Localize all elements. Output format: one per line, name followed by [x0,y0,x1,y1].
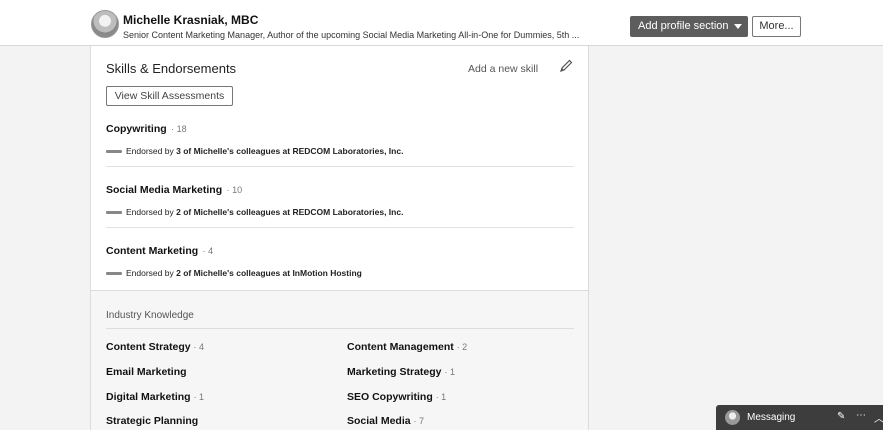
profile-top-bar: Michelle Krasniak, MBC Senior Content Ma… [0,0,883,46]
skills-endorsements-card: Skills & Endorsements Add a new skill Vi… [90,46,589,430]
industry-knowledge-section: Industry Knowledge Content Strategy · 4 … [91,290,588,430]
skill-item: Copywriting · 18 Endorsed by 3 of Michel… [106,119,574,156]
industry-skill-name: Digital Marketing [106,391,191,403]
industry-skill-count: · 1 [193,392,205,402]
divider [106,166,574,167]
industry-skill[interactable]: SEO Copywriting · 1 [347,391,446,403]
industry-skill-count: · 1 [444,367,455,377]
add-profile-section-button[interactable]: Add profile section [630,16,748,37]
endorser-logo-icon [106,210,122,214]
divider [106,227,574,228]
more-button[interactable]: More... [752,16,801,37]
messaging-avatar [725,410,740,425]
endorsement-line: Endorsed by 2 of Michelle's colleagues a… [106,268,574,278]
add-profile-section-label: Add profile section [638,20,729,32]
divider [106,328,574,329]
endorse-detail[interactable]: 2 of Michelle's colleagues at REDCOM Lab… [176,207,403,217]
skill-name[interactable]: Content Marketing [106,245,198,257]
industry-skill-count: · 1 [435,392,447,402]
endorsement-line: Endorsed by 2 of Michelle's colleagues a… [106,207,574,217]
industry-skill[interactable]: Email Marketing [106,366,187,378]
industry-skill[interactable]: Marketing Strategy · 1 [347,366,455,378]
ellipsis-icon[interactable]: ⋯ [856,410,866,421]
profile-headline: Senior Content Marketing Manager, Author… [123,30,580,40]
industry-skill-count: · 2 [456,342,468,352]
industry-skill-name: Content Strategy [106,341,191,353]
industry-skill-count: · 7 [413,416,425,426]
messaging-label: Messaging [747,412,796,423]
endorse-prefix: Endorsed by [126,268,174,278]
endorse-detail[interactable]: 2 of Michelle's colleagues at InMotion H… [176,268,362,278]
compose-icon[interactable]: ✎ [837,411,845,422]
pencil-edit-icon[interactable] [558,58,574,74]
industry-skill-name: Marketing Strategy [347,366,442,378]
chevron-up-icon[interactable]: ︿ [874,410,883,425]
industry-skill-count: · 4 [193,342,205,352]
industry-knowledge-title: Industry Knowledge [106,310,194,321]
endorse-prefix: Endorsed by [126,146,174,156]
endorser-logo-icon [106,149,122,153]
industry-skill-name: Content Management [347,341,454,353]
industry-skill[interactable]: Content Strategy · 4 [106,341,204,353]
endorsement-count[interactable]: · 4 [203,246,214,256]
messaging-bar[interactable]: Messaging ✎ ⋯ ︿ [716,405,883,430]
skill-item: Content Marketing · 4 Endorsed by 2 of M… [106,241,574,278]
endorsement-count[interactable]: · 18 [171,124,187,134]
industry-skill[interactable]: Content Management · 2 [347,341,467,353]
add-new-skill-link[interactable]: Add a new skill [468,63,538,75]
endorse-prefix: Endorsed by [126,207,174,217]
industry-skill-name: Strategic Planning [106,415,199,427]
endorse-detail[interactable]: 3 of Michelle's colleagues at REDCOM Lab… [176,146,403,156]
endorser-logo-icon [106,271,122,275]
skill-item: Social Media Marketing · 10 Endorsed by … [106,180,574,217]
industry-skill[interactable]: Strategic Planning [106,415,198,427]
industry-skill-name: Social Media [347,415,411,427]
profile-name[interactable]: Michelle Krasniak, MBC [123,13,258,27]
endorsement-count[interactable]: · 10 [227,185,243,195]
endorsement-line: Endorsed by 3 of Michelle's colleagues a… [106,146,574,156]
skill-name[interactable]: Social Media Marketing [106,184,222,196]
industry-skill[interactable]: Social Media · 7 [347,415,424,427]
view-skill-assessments-button[interactable]: View Skill Assessments [106,86,233,106]
section-title: Skills & Endorsements [106,61,237,76]
caret-down-icon [733,23,742,29]
industry-skill-name: Email Marketing [106,366,187,378]
industry-skill[interactable]: Digital Marketing · 1 [106,391,204,403]
skill-name[interactable]: Copywriting [106,123,167,135]
profile-avatar[interactable] [91,10,119,38]
industry-skill-name: SEO Copywriting [347,391,433,403]
